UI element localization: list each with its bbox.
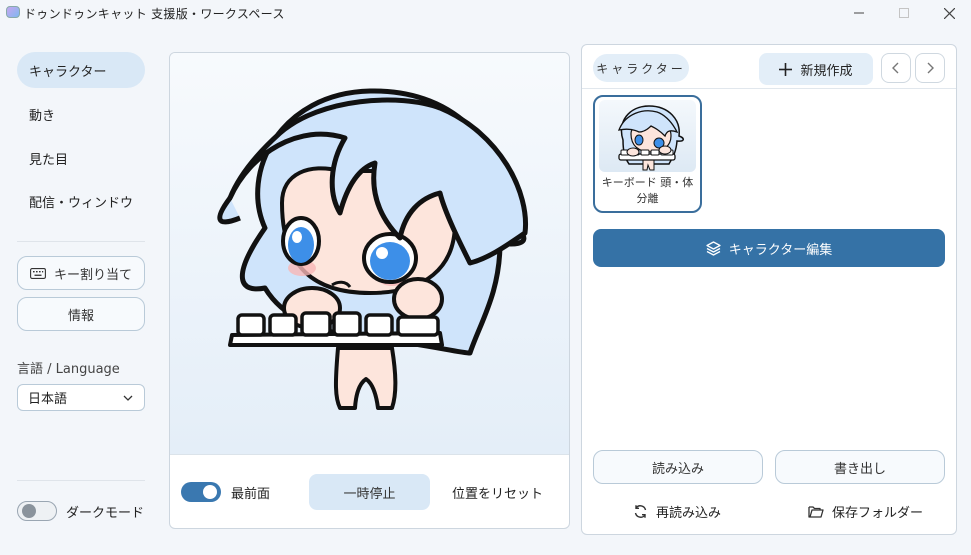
dark-mode-label: ダークモード xyxy=(66,506,145,521)
chevron-right-icon xyxy=(927,62,934,74)
edit-character-label: キャラクター編集 xyxy=(728,242,833,258)
always-on-top-label: 最前面 xyxy=(231,487,271,502)
character-panel: キャラクター 新規作成 キーボード 頭・体分離 キャラクター編集 読み込み 書き… xyxy=(581,44,957,535)
app-logo-icon xyxy=(6,6,20,18)
reload-button[interactable]: 再読み込み xyxy=(633,497,721,525)
chevron-down-icon xyxy=(123,395,133,401)
sidebar-item-label: キャラクター xyxy=(29,64,107,80)
pause-label: 一時停止 xyxy=(343,486,396,502)
maximize-button[interactable] xyxy=(881,0,927,26)
language-value: 日本語 xyxy=(28,392,68,407)
edit-character-button[interactable]: キャラクター編集 xyxy=(593,229,945,267)
new-character-label: 新規作成 xyxy=(800,63,853,79)
preview-panel: 最前面 一時停止 位置をリセット xyxy=(169,52,570,529)
preview-divider xyxy=(170,454,569,455)
character-image xyxy=(217,88,529,410)
sidebar-item-label: 動き xyxy=(29,108,56,124)
reset-position-label: 位置をリセット xyxy=(451,486,543,502)
info-label: 情報 xyxy=(67,308,94,324)
sidebar-item-character[interactable]: キャラクター xyxy=(17,52,145,88)
panel-divider xyxy=(582,88,956,89)
close-icon xyxy=(943,7,955,19)
sidebar-item-appearance[interactable]: 見た目 xyxy=(17,140,145,176)
character-preview[interactable] xyxy=(170,53,569,454)
pause-button[interactable]: 一時停止 xyxy=(309,474,430,510)
section-chip: キャラクター xyxy=(593,54,689,82)
chevron-left-icon xyxy=(892,62,899,74)
refresh-icon xyxy=(634,504,647,518)
key-assign-button[interactable]: キー割り当て xyxy=(17,256,145,290)
character-thumbnail-image xyxy=(617,105,684,171)
export-label: 書き出し xyxy=(833,461,886,477)
plus-icon xyxy=(779,62,793,76)
layers-icon xyxy=(706,240,721,256)
import-button[interactable]: 読み込み xyxy=(593,450,763,484)
maximize-icon xyxy=(899,8,909,18)
keyboard-icon xyxy=(30,267,46,279)
minimize-icon xyxy=(854,12,864,14)
previous-page-button[interactable] xyxy=(881,53,911,83)
reset-position-button[interactable]: 位置をリセット xyxy=(440,474,555,510)
sidebar-item-motion[interactable]: 動き xyxy=(17,96,145,132)
language-select[interactable]: 日本語 xyxy=(17,384,145,411)
language-label: 言語 / Language xyxy=(17,362,120,377)
minimize-button[interactable] xyxy=(836,0,882,26)
close-button[interactable] xyxy=(926,0,971,26)
new-character-button[interactable]: 新規作成 xyxy=(759,53,873,85)
sidebar-item-label: 配信・ウィンドウ xyxy=(29,195,134,211)
sidebar-item-label: 見た目 xyxy=(29,152,69,168)
title-bar: ドゥンドゥンキャット 支援版・ワークスペース xyxy=(0,0,971,26)
save-folder-button[interactable]: 保存フォルダー xyxy=(808,497,923,525)
character-card-name: キーボード 頭・体分離 xyxy=(601,176,694,205)
sidebar-item-stream-window[interactable]: 配信・ウィンドウ xyxy=(17,183,145,219)
toggle-knob xyxy=(203,485,217,499)
sidebar-divider-bottom xyxy=(17,480,145,481)
sidebar-divider xyxy=(17,241,145,242)
character-card[interactable]: キーボード 頭・体分離 xyxy=(593,95,702,213)
window-title: ドゥンドゥンキャット 支援版・ワークスペース xyxy=(24,7,285,21)
next-page-button[interactable] xyxy=(915,53,945,83)
character-thumbnail xyxy=(599,100,696,172)
key-assign-label: キー割り当て xyxy=(53,267,132,283)
import-label: 読み込み xyxy=(651,461,704,477)
toggle-knob xyxy=(22,504,36,518)
reload-label: 再読み込み xyxy=(656,505,722,521)
save-folder-label: 保存フォルダー xyxy=(832,505,924,521)
always-on-top-toggle[interactable] xyxy=(181,482,221,502)
dark-mode-toggle[interactable] xyxy=(17,501,57,521)
export-button[interactable]: 書き出し xyxy=(775,450,945,484)
info-button[interactable]: 情報 xyxy=(17,297,145,331)
folder-icon xyxy=(808,505,824,518)
